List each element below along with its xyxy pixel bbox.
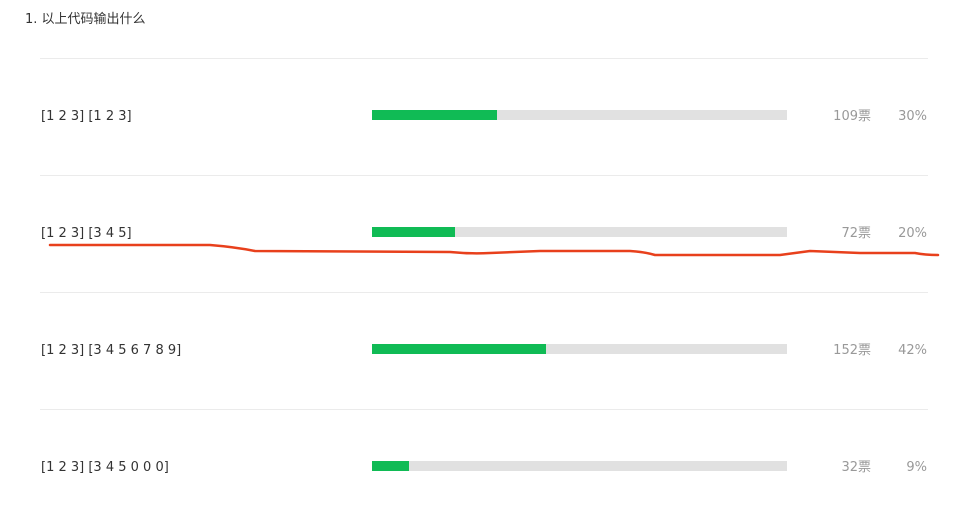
vote-percent: 20% [898,226,927,241]
poll-option: [1 2 3] [3 4 5 6 7 8 9] 152票 42% [40,292,928,409]
result-bar-track [372,461,787,471]
result-bar-track [372,227,787,237]
poll-option: [1 2 3] [1 2 3] 109票 30% [40,58,928,175]
poll-options: [1 2 3] [1 2 3] 109票 30% [1 2 3] [3 4 5]… [40,58,928,526]
vote-count: 152票 [833,343,871,358]
vote-percent: 42% [898,343,927,358]
result-bar-fill [372,461,410,471]
result-bar-fill [372,110,497,120]
result-bar-track [372,344,787,354]
question-title: 1. 以上代码输出什么 [25,12,146,27]
poll-option: [1 2 3] [3 4 5 0 0 0] 32票 9% [40,409,928,526]
vote-count: 109票 [833,109,871,124]
result-bar-fill [372,344,547,354]
option-label: [1 2 3] [3 4 5] [41,226,132,241]
poll-option: [1 2 3] [3 4 5] 72票 20% [40,175,928,292]
result-bar-fill [372,227,455,237]
vote-percent: 30% [898,109,927,124]
option-label: [1 2 3] [1 2 3] [41,109,132,124]
vote-percent: 9% [906,460,927,475]
option-label: [1 2 3] [3 4 5 6 7 8 9] [41,343,182,358]
result-bar-track [372,110,787,120]
vote-count: 72票 [841,226,871,241]
option-label: [1 2 3] [3 4 5 0 0 0] [41,460,169,475]
vote-count: 32票 [841,460,871,475]
